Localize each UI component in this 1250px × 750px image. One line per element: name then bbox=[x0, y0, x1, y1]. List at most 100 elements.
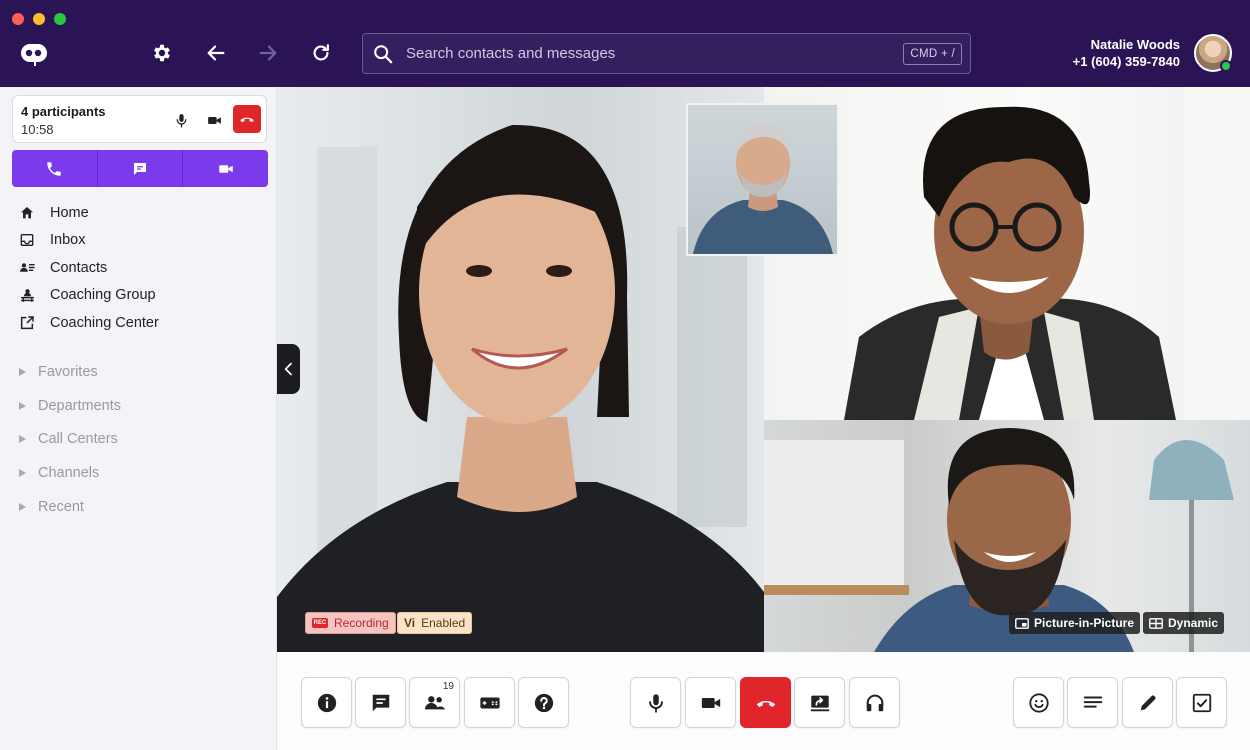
dynamic-layout-button[interactable]: Dynamic bbox=[1143, 612, 1225, 634]
chat-icon bbox=[372, 694, 389, 711]
chevron-left-icon bbox=[284, 362, 292, 376]
help-button[interactable] bbox=[518, 677, 569, 728]
vi-enabled-label: Enabled bbox=[421, 616, 466, 630]
sidebar-group-label: Departments bbox=[38, 397, 122, 414]
chat-button[interactable] bbox=[355, 677, 406, 728]
microphone-button[interactable] bbox=[630, 677, 681, 728]
picture-in-picture-label: Picture-in-Picture bbox=[1034, 616, 1135, 630]
tickets-icon bbox=[479, 697, 500, 708]
edit-button[interactable] bbox=[1122, 677, 1173, 728]
collapse-sidebar-button[interactable] bbox=[277, 344, 300, 394]
arrow-left-icon[interactable] bbox=[203, 40, 229, 66]
participants-count-label: 4 participants bbox=[21, 104, 106, 119]
call-controls-bar: 19 bbox=[277, 652, 1250, 750]
notes-button[interactable] bbox=[1067, 677, 1118, 728]
reload-icon[interactable] bbox=[308, 40, 334, 66]
sidebar-nav: Home Inbox Contacts Coaching Group Coach… bbox=[0, 199, 277, 337]
video-stage: REC Recording Vi Enabled Picture-in-Pict… bbox=[277, 87, 1250, 652]
info-icon bbox=[317, 693, 336, 712]
sidebar-item-coaching-group[interactable]: Coaching Group bbox=[0, 282, 277, 310]
contacts-icon bbox=[18, 259, 36, 277]
sidebar-group-favorites[interactable]: Favorites bbox=[0, 355, 277, 389]
sidebar-item-label: Home bbox=[50, 204, 89, 221]
search-shortcut-hint: CMD + / bbox=[903, 42, 962, 65]
notes-icon bbox=[1083, 695, 1102, 708]
search-bar[interactable]: CMD + / bbox=[362, 33, 971, 74]
record-icon: REC bbox=[312, 618, 328, 628]
headset-button[interactable] bbox=[849, 677, 900, 728]
chevron-right-icon bbox=[19, 469, 26, 478]
dialpad-logo-icon[interactable] bbox=[17, 40, 51, 66]
sidebar-item-contacts[interactable]: Contacts bbox=[0, 254, 277, 282]
window-close-button[interactable] bbox=[12, 13, 24, 25]
grid-layout-icon bbox=[1149, 617, 1163, 629]
sidebar-item-label: Contacts bbox=[50, 259, 108, 276]
active-call-card[interactable]: 4 participants 10:58 bbox=[12, 95, 267, 143]
window-zoom-button[interactable] bbox=[54, 13, 66, 25]
hangup-icon bbox=[756, 700, 775, 707]
sidebar-item-home[interactable]: Home bbox=[0, 199, 277, 227]
window-minimize-button[interactable] bbox=[33, 13, 45, 25]
search-input[interactable] bbox=[406, 45, 904, 62]
sidebar-group-departments[interactable]: Departments bbox=[0, 389, 277, 423]
phone-icon bbox=[47, 161, 62, 176]
tickets-button[interactable] bbox=[464, 677, 515, 728]
microphone-icon[interactable] bbox=[170, 109, 192, 131]
chat-icon bbox=[134, 162, 146, 175]
user-phone: +1 (604) 359-7840 bbox=[1072, 54, 1180, 69]
screen-share-icon bbox=[810, 695, 829, 711]
sidebar-item-coaching-center[interactable]: Coaching Center bbox=[0, 309, 277, 337]
participants-icon bbox=[424, 695, 445, 709]
screen-share-button[interactable] bbox=[794, 677, 845, 728]
user-info[interactable]: Natalie Woods +1 (604) 359-7840 bbox=[1073, 37, 1180, 70]
sidebar-item-label: Coaching Group bbox=[50, 287, 156, 304]
recording-badge: REC Recording bbox=[305, 612, 396, 634]
camera-icon bbox=[218, 164, 233, 173]
sidebar-group-label: Recent bbox=[38, 499, 84, 516]
microphone-icon bbox=[648, 693, 663, 713]
picture-in-picture-button[interactable]: Picture-in-Picture bbox=[1009, 612, 1141, 634]
sidebar-item-label: Inbox bbox=[50, 232, 86, 249]
search-icon bbox=[372, 41, 398, 67]
coaching-group-icon bbox=[18, 286, 36, 304]
emoji-icon bbox=[1028, 692, 1049, 713]
participants-button[interactable]: 19 bbox=[409, 677, 460, 728]
help-icon bbox=[534, 693, 553, 712]
sidebar-item-label: Coaching Center bbox=[50, 314, 159, 331]
sidebar-group-recent[interactable]: Recent bbox=[0, 490, 277, 524]
edit-icon bbox=[1140, 695, 1155, 710]
hangup-button[interactable] bbox=[740, 677, 791, 728]
hangup-button[interactable] bbox=[233, 105, 261, 133]
participants-count-badge: 19 bbox=[442, 681, 454, 692]
quick-action-bar bbox=[12, 150, 268, 187]
sidebar-group-channels[interactable]: Channels bbox=[0, 456, 277, 490]
picture-in-picture-icon bbox=[1015, 617, 1029, 629]
sidebar-group-label: Channels bbox=[38, 465, 100, 482]
vi-enabled-badge: Vi Enabled bbox=[397, 612, 473, 634]
inbox-icon bbox=[18, 231, 36, 249]
headset-icon bbox=[866, 694, 883, 711]
camera-button[interactable] bbox=[685, 677, 736, 728]
user-name: Natalie Woods bbox=[1090, 37, 1180, 52]
video-tile-self-view[interactable] bbox=[686, 103, 839, 256]
arrow-right-icon[interactable] bbox=[255, 40, 281, 66]
external-link-icon bbox=[18, 314, 36, 332]
sidebar-group-label: Call Centers bbox=[38, 431, 118, 448]
home-icon bbox=[18, 204, 36, 222]
checklist-button[interactable] bbox=[1176, 677, 1227, 728]
emoji-button[interactable] bbox=[1013, 677, 1064, 728]
gear-icon[interactable] bbox=[149, 40, 175, 66]
sidebar-group-call-centers[interactable]: Call Centers bbox=[0, 423, 277, 457]
call-button[interactable] bbox=[12, 150, 97, 187]
chevron-right-icon bbox=[19, 401, 26, 410]
message-button[interactable] bbox=[96, 150, 183, 187]
sidebar-item-inbox[interactable]: Inbox bbox=[0, 227, 277, 255]
info-button[interactable] bbox=[301, 677, 352, 728]
sidebar: 4 participants 10:58 Home Inbox Contacts… bbox=[0, 87, 277, 750]
hangup-icon bbox=[240, 117, 254, 123]
vi-logo: Vi bbox=[404, 616, 416, 630]
video-button[interactable] bbox=[182, 150, 268, 187]
camera-icon[interactable] bbox=[203, 109, 225, 131]
chevron-right-icon bbox=[19, 367, 26, 376]
presence-indicator bbox=[1220, 60, 1232, 72]
